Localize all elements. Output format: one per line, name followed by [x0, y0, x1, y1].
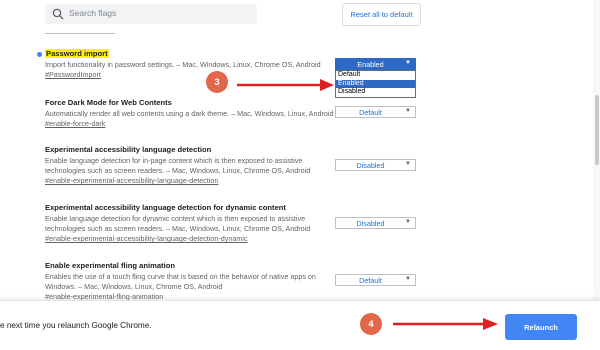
dropdown-option-disabled[interactable]: Disabled — [336, 88, 415, 97]
flag-password-import: Password import Import functionality in … — [45, 49, 340, 80]
modified-dot-icon — [37, 52, 42, 57]
chevron-down-icon: ▼ — [405, 219, 411, 225]
search-icon — [52, 8, 64, 20]
chevron-down-icon: ▼ — [405, 276, 411, 282]
flag-description: Enable language detection for dynamic co… — [45, 214, 311, 233]
relaunch-bar: e next time you relaunch Google Chrome. … — [0, 300, 600, 350]
flag-description: Import functionality in password setting… — [45, 60, 321, 69]
previous-flag-cutoff — [45, 28, 115, 34]
flag-select-password-import[interactable]: Enabled ▼ — [335, 58, 416, 70]
chevron-down-icon: ▼ — [405, 108, 411, 114]
select-value: Default — [359, 276, 382, 285]
flag-title: Experimental accessibility language dete… — [45, 203, 286, 212]
annotation-badge-3: 3 — [206, 71, 228, 93]
annotation-badge-4: 4 — [360, 313, 382, 335]
select-value: Enabled — [357, 60, 384, 69]
select-value: Disabled — [356, 161, 385, 170]
flag-description: Enable language detection for in-page co… — [45, 156, 311, 175]
flag-select-fling-animation[interactable]: Default ▼ — [335, 274, 416, 286]
flag-title: Password import — [45, 49, 109, 58]
annotation-arrow-3 — [237, 79, 334, 91]
flag-select-force-dark[interactable]: Default ▼ — [335, 106, 416, 118]
flag-accessibility-language-detection-dynamic: Experimental accessibility language dete… — [45, 203, 340, 244]
dropdown-option-default[interactable]: Default — [336, 71, 415, 80]
flag-select-accessibility-language-detection-dynamic[interactable]: Disabled ▼ — [335, 217, 416, 229]
dropdown-list: Default Enabled Disabled — [335, 70, 416, 98]
search-placeholder: Search flags — [69, 8, 117, 18]
flag-link[interactable]: #enable-experimental-accessibility-langu… — [45, 234, 340, 244]
flag-link[interactable]: #enable-experimental-accessibility-langu… — [45, 176, 340, 186]
flag-link[interactable]: #enable-force-dark — [45, 119, 340, 129]
relaunch-button[interactable]: Relaunch — [505, 314, 577, 340]
flag-description: Automatically render all web contents us… — [45, 109, 334, 118]
flag-force-dark-mode: Force Dark Mode for Web Contents Automat… — [45, 98, 340, 129]
flag-accessibility-language-detection: Experimental accessibility language dete… — [45, 145, 340, 186]
flag-select-accessibility-language-detection[interactable]: Disabled ▼ — [335, 159, 416, 171]
chevron-down-icon: ▼ — [405, 161, 411, 167]
scrollbar-thumb[interactable] — [595, 95, 599, 165]
reset-all-button[interactable]: Reset all to default — [342, 3, 421, 26]
flag-title: Experimental accessibility language dete… — [45, 145, 212, 154]
relaunch-message: e next time you relaunch Google Chrome. — [0, 321, 152, 330]
search-input[interactable]: Search flags — [45, 4, 257, 24]
flag-title: Force Dark Mode for Web Contents — [45, 98, 172, 107]
select-value: Default — [359, 108, 382, 117]
flag-title: Enable experimental fling animation — [45, 261, 175, 270]
annotation-arrow-4 — [393, 318, 498, 330]
chevron-down-icon: ▼ — [405, 60, 411, 66]
select-value: Disabled — [356, 219, 385, 228]
flag-experimental-fling-animation: Enable experimental fling animation Enab… — [45, 261, 340, 302]
dropdown-option-enabled[interactable]: Enabled — [336, 79, 415, 89]
flag-description: Enables the use of a touch fling curve t… — [45, 272, 316, 291]
